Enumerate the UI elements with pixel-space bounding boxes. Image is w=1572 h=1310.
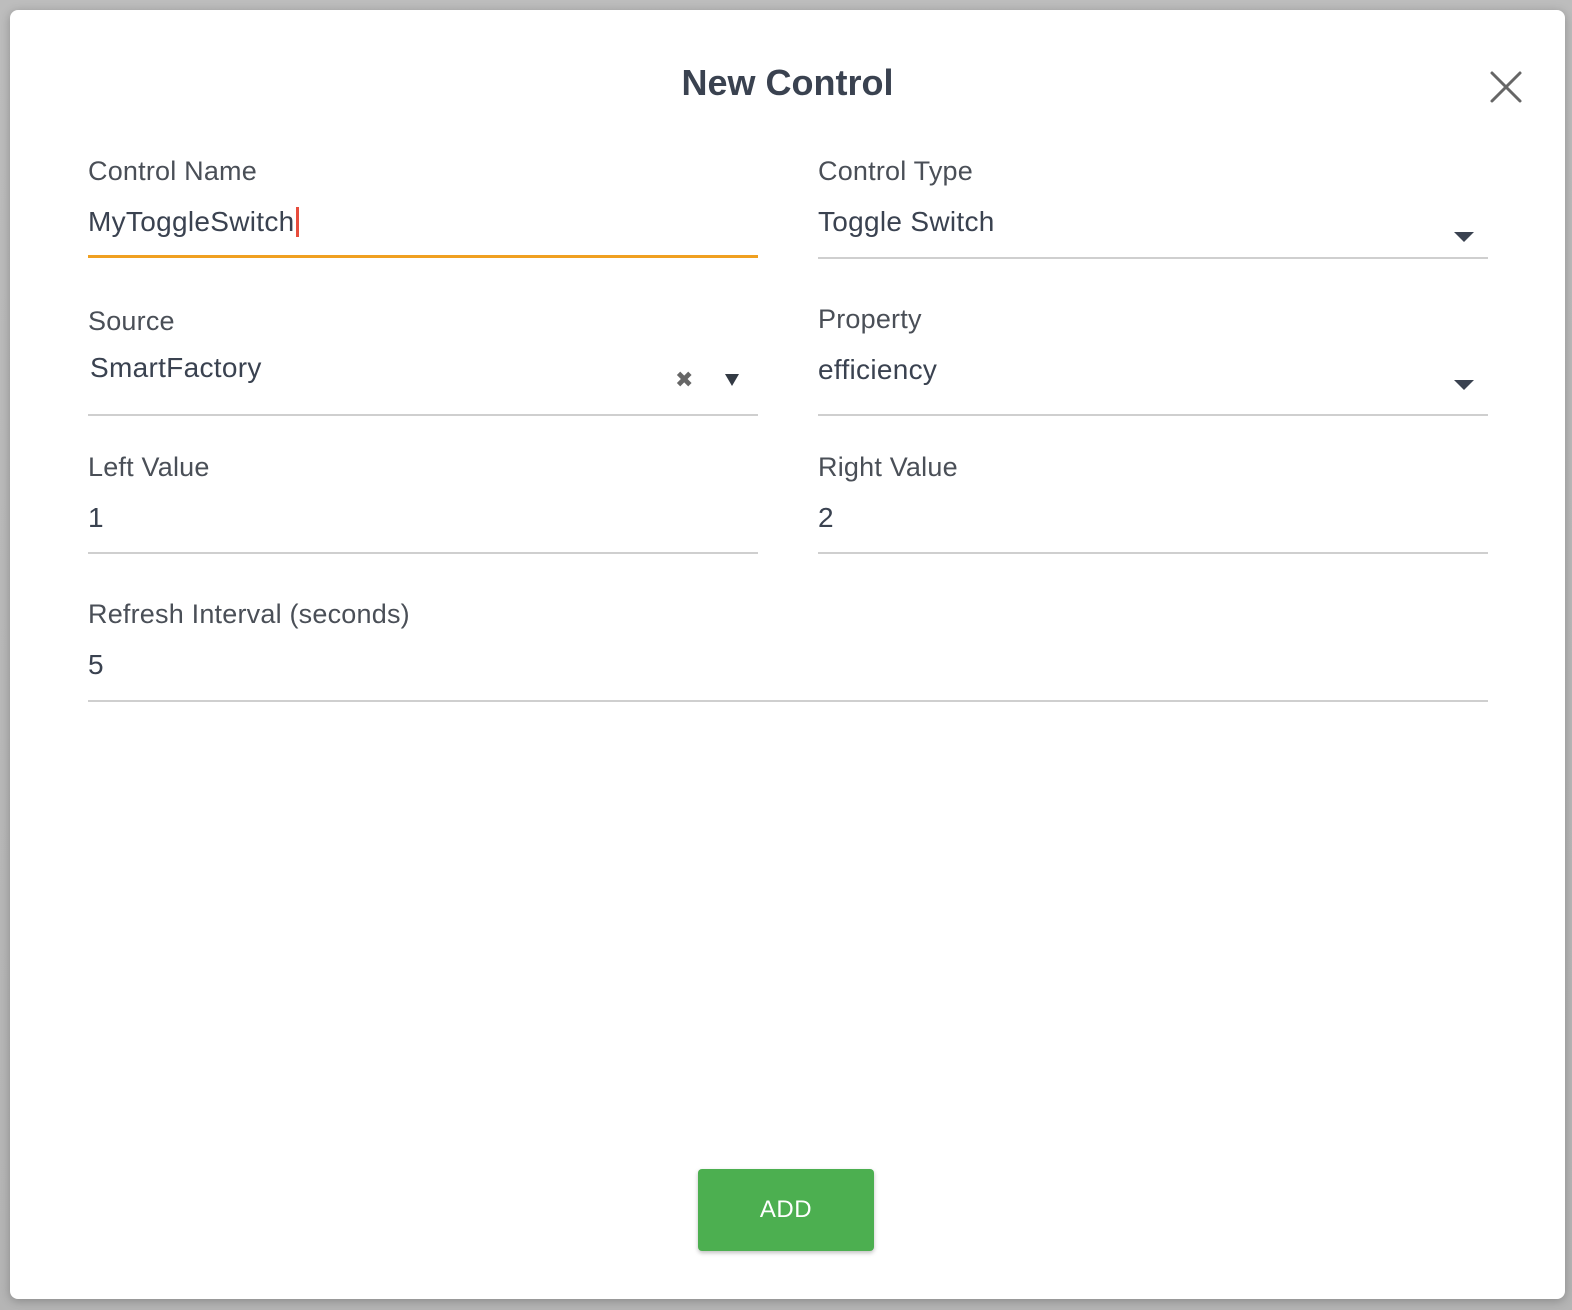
left-value-underline xyxy=(88,552,758,554)
close-icon xyxy=(1490,71,1522,103)
control-name-value: MyToggleSwitch xyxy=(88,206,295,237)
dialog-title: New Control xyxy=(681,62,894,103)
refresh-interval-label: Refresh Interval (seconds) xyxy=(88,599,410,629)
left-value-label: Left Value xyxy=(88,452,210,482)
source-select[interactable]: SmartFactory xyxy=(90,352,262,384)
control-name-label: Control Name xyxy=(88,156,257,186)
left-value-input[interactable]: 1 xyxy=(88,502,104,534)
property-label: Property xyxy=(818,304,922,334)
control-type-underline xyxy=(818,257,1488,259)
source-label: Source xyxy=(88,306,175,336)
control-type-field[interactable]: Control Type Toggle Switch xyxy=(818,156,1488,260)
refresh-interval-underline xyxy=(88,700,1488,702)
control-type-select[interactable]: Toggle Switch xyxy=(818,206,995,238)
property-underline xyxy=(818,414,1488,416)
control-name-input[interactable]: MyToggleSwitch xyxy=(88,206,299,238)
control-name-field[interactable]: Control Name MyToggleSwitch xyxy=(88,156,758,260)
property-field[interactable]: Property efficiency xyxy=(818,304,1488,416)
control-type-value: Toggle Switch xyxy=(818,206,995,237)
source-field[interactable]: Source SmartFactory ✖ xyxy=(88,306,758,416)
add-button[interactable]: ADD xyxy=(698,1169,874,1251)
refresh-interval-value: 5 xyxy=(88,649,104,680)
chevron-down-icon[interactable] xyxy=(1454,232,1474,242)
refresh-interval-field[interactable]: Refresh Interval (seconds) 5 xyxy=(88,599,1488,703)
control-name-underline xyxy=(88,255,758,258)
right-value-label: Right Value xyxy=(818,452,958,482)
right-value-field[interactable]: Right Value 2 xyxy=(818,452,1488,556)
caret-down-icon[interactable] xyxy=(725,374,739,386)
source-value: SmartFactory xyxy=(90,352,262,383)
refresh-interval-input[interactable]: 5 xyxy=(88,649,104,681)
chevron-down-icon[interactable] xyxy=(1454,380,1474,390)
property-select[interactable]: efficiency xyxy=(818,354,937,386)
right-value-underline xyxy=(818,552,1488,554)
right-value-input[interactable]: 2 xyxy=(818,502,834,534)
close-button[interactable] xyxy=(1489,70,1523,104)
left-value-field[interactable]: Left Value 1 xyxy=(88,452,758,556)
right-value-value: 2 xyxy=(818,502,834,533)
control-type-label: Control Type xyxy=(818,156,973,186)
text-cursor xyxy=(295,207,299,237)
clear-icon[interactable]: ✖ xyxy=(675,369,693,391)
new-control-dialog: New Control Control Name MyToggleSwitch … xyxy=(10,10,1565,1299)
source-underline xyxy=(88,414,758,416)
property-value: efficiency xyxy=(818,354,938,385)
left-value-value: 1 xyxy=(88,502,104,533)
